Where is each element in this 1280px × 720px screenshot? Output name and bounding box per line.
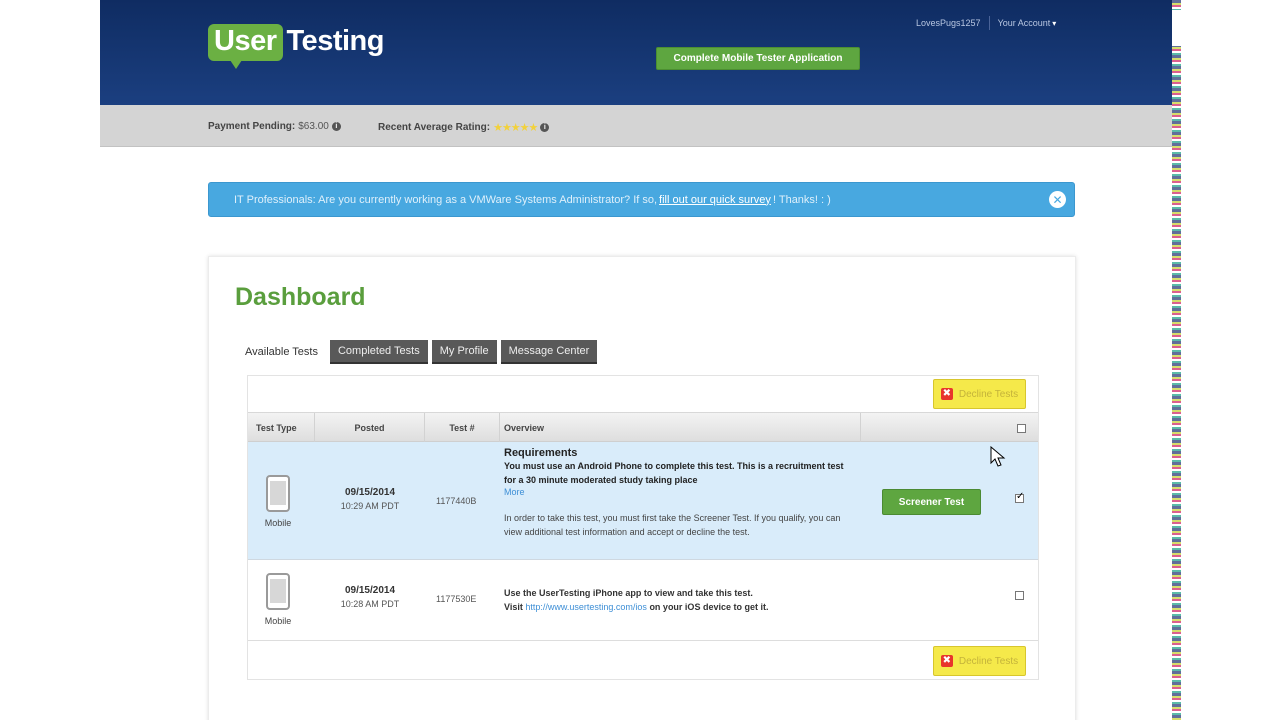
recent-average-rating: Recent Average Rating: ★★★★★ i <box>378 121 550 134</box>
test-type-cell: Mobile <box>265 573 296 626</box>
tab-message-center[interactable]: Message Center <box>500 340 598 364</box>
column-test-number[interactable]: Test # <box>425 413 500 443</box>
close-icon: ✖ <box>940 388 953 400</box>
dashboard-card: Dashboard Available Tests Completed Test… <box>208 256 1076 720</box>
select-all-checkbox[interactable] <box>1017 423 1026 433</box>
usertesting-logo[interactable]: User Testing <box>208 17 385 69</box>
posted-cell: 09/15/2014 10:28 AM PDT <box>315 585 425 609</box>
account-divider <box>988 16 990 30</box>
screen-artifact-gap <box>1172 10 1181 46</box>
your-account-menu[interactable]: Your Account <box>998 18 1051 28</box>
survey-alert: IT Professionals: Are you currently work… <box>208 182 1075 217</box>
requirements-heading: Requirements <box>504 447 578 459</box>
more-link[interactable]: More <box>504 487 854 497</box>
phone-icon <box>266 573 290 610</box>
account-bar: LovesPugs1257 Your Account ▾ <box>916 16 1056 30</box>
close-icon[interactable]: ✕ <box>1049 191 1066 208</box>
rating-stars-icon: ★★★★★ <box>493 122 538 134</box>
row-select-cell <box>1015 491 1024 505</box>
posted-date: 09/15/2014 <box>344 487 396 498</box>
phone-icon <box>266 475 290 512</box>
ios-device-text: on your iOS device to get it. <box>649 602 769 612</box>
decline-label: Decline Tests <box>958 655 1019 667</box>
overview-cell: Requirements You must use an Android Pho… <box>504 447 854 539</box>
video-frame-right <box>1172 0 1280 720</box>
status-strip: Payment Pending: $63.00 i Recent Average… <box>100 105 1172 147</box>
column-posted[interactable]: Posted <box>315 413 425 443</box>
screen-artifact <box>1172 0 1181 720</box>
page: User Testing LovesPugs1257 Your Account … <box>100 0 1172 720</box>
screener-note: In order to take this test, you must fir… <box>504 513 841 537</box>
chevron-down-icon[interactable]: ▾ <box>1052 19 1056 28</box>
screener-test-button[interactable]: Screener Test <box>882 489 981 515</box>
test-type-label: Mobile <box>264 518 292 528</box>
tab-my-profile[interactable]: My Profile <box>431 340 497 364</box>
row-checkbox[interactable] <box>1015 591 1024 600</box>
username-link[interactable]: LovesPugs1257 <box>916 18 981 28</box>
test-type-cell: Mobile <box>265 475 296 528</box>
table-header: Test Type Posted Test # Overview <box>248 412 1038 443</box>
page-title: Dashboard <box>235 283 366 311</box>
payment-label: Payment Pending: <box>208 121 296 132</box>
overview-cell: Use the UserTesting iPhone app to view a… <box>504 586 768 614</box>
column-test-type[interactable]: Test Type <box>248 413 315 443</box>
test-number: 1177530E <box>436 594 477 604</box>
column-overview[interactable]: Overview <box>500 413 861 443</box>
dashboard-tabs: Available Tests Completed Tests My Profi… <box>237 340 598 364</box>
tab-available-tests[interactable]: Available Tests <box>237 341 326 363</box>
video-frame-left <box>0 0 100 720</box>
requirements-text: You must use an Android Phone to complet… <box>504 461 844 485</box>
alert-text: IT Professionals: Are you currently work… <box>234 193 658 206</box>
table-row[interactable]: Mobile 09/15/2014 10:28 AM PDT 1177530E … <box>248 560 1038 641</box>
logo-testing-text: Testing <box>286 25 385 57</box>
survey-link[interactable]: fill out our quick survey <box>659 194 771 206</box>
posted-cell: 09/15/2014 10:29 AM PDT <box>315 487 425 511</box>
test-number: 1177440B <box>436 496 477 506</box>
mouse-cursor-icon <box>990 446 1006 467</box>
decline-tests-button[interactable]: ✖ Decline Tests <box>933 379 1026 409</box>
decline-label: Decline Tests <box>958 388 1019 400</box>
complete-mobile-application-button[interactable]: Complete Mobile Tester Application <box>656 47 860 70</box>
select-all-cell <box>861 413 1038 443</box>
close-icon: ✖ <box>940 655 953 667</box>
visit-text: Visit <box>504 602 523 612</box>
posted-time: 10:29 AM PDT <box>340 501 400 511</box>
available-tests-table: ✖ Decline Tests Test Type Posted Test # … <box>247 375 1039 680</box>
row-select-cell <box>1015 591 1024 602</box>
posted-time: 10:28 AM PDT <box>340 599 400 609</box>
logo-user-text: User <box>208 24 283 69</box>
payment-value: $63.00 <box>298 121 329 132</box>
row-checkbox[interactable] <box>1015 491 1024 503</box>
tab-completed-tests[interactable]: Completed Tests <box>329 340 428 364</box>
test-type-label: Mobile <box>264 616 292 626</box>
rating-label: Recent Average Rating: <box>378 122 491 133</box>
table-row[interactable]: Mobile 09/15/2014 10:29 AM PDT 1177440B … <box>248 442 1038 560</box>
ios-visit-line: Visit http://www.usertesting.com/ios on … <box>504 600 768 614</box>
payment-pending: Payment Pending: $63.00 i <box>208 121 341 132</box>
site-header: User Testing LovesPugs1257 Your Account … <box>100 0 1172 105</box>
ios-instructions: Use the UserTesting iPhone app to view a… <box>504 588 753 598</box>
posted-date: 09/15/2014 <box>344 585 396 596</box>
info-icon[interactable]: i <box>331 122 341 131</box>
decline-tests-button[interactable]: ✖ Decline Tests <box>933 646 1026 676</box>
alert-thanks: ! Thanks! : ) <box>772 193 831 206</box>
ios-app-link[interactable]: http://www.usertesting.com/ios <box>525 602 647 612</box>
info-icon[interactable]: i <box>540 123 550 132</box>
